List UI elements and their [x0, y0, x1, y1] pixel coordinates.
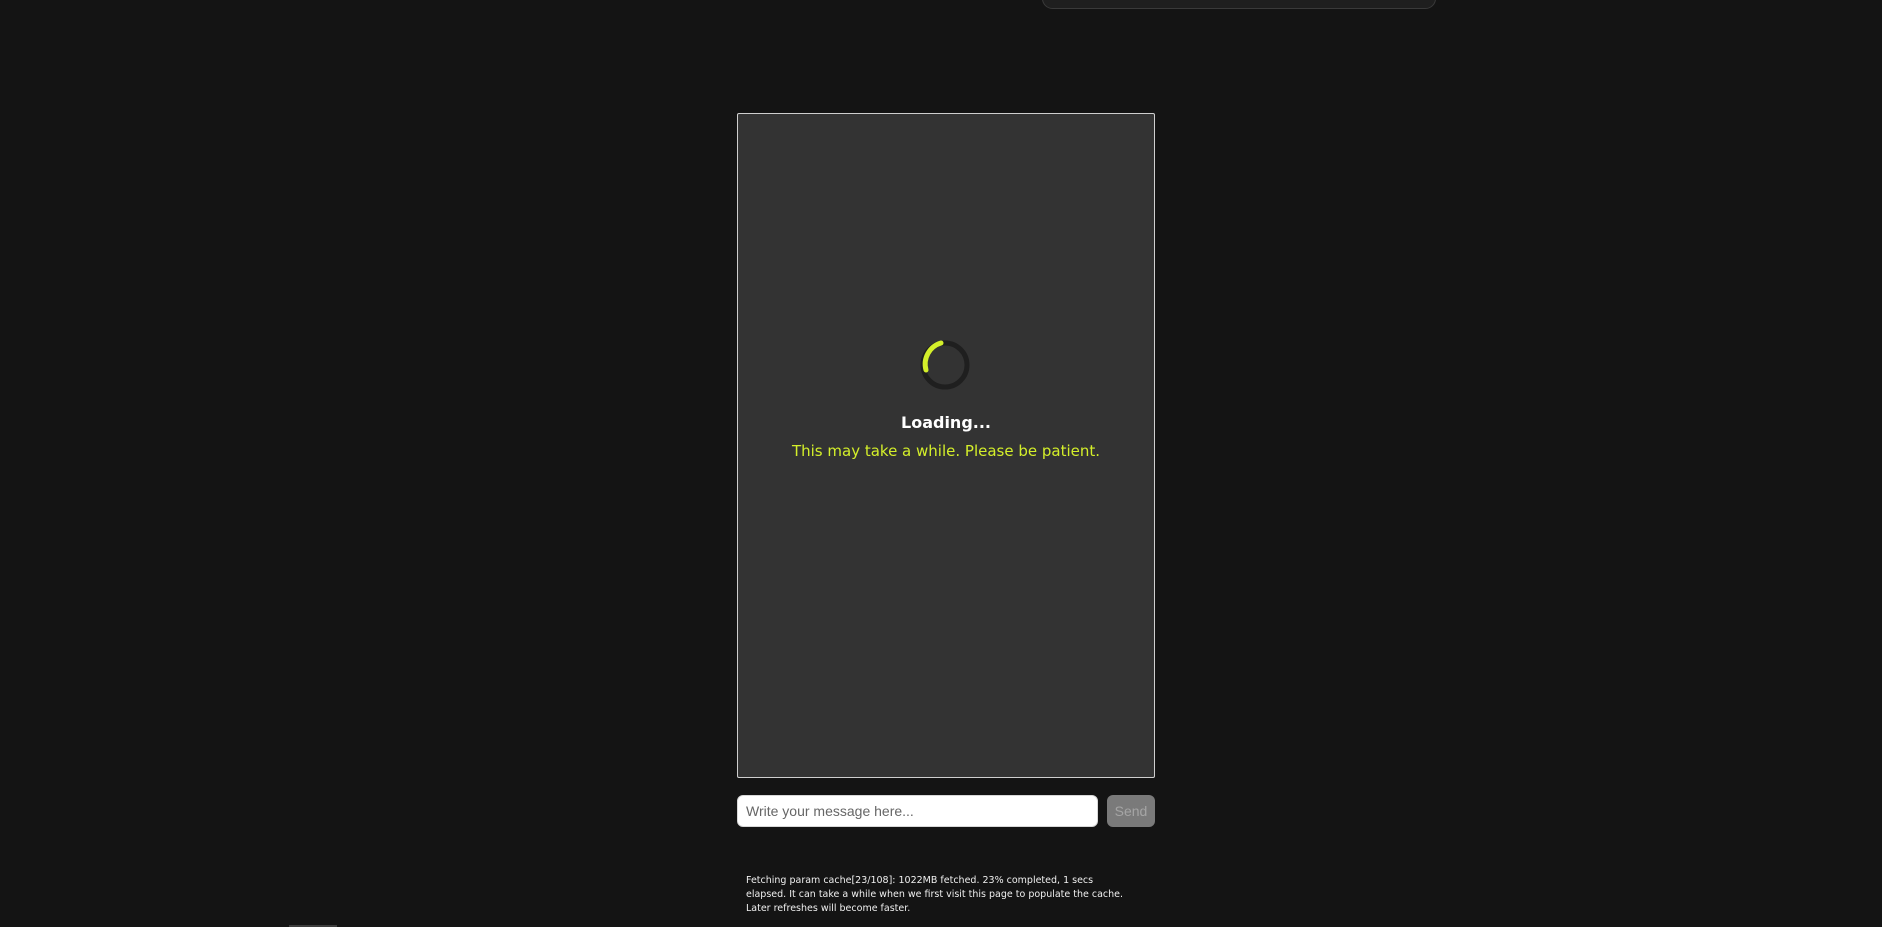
top-progress-pill	[1042, 0, 1436, 9]
loading-subtitle: This may take a while. Please be patient…	[791, 442, 1101, 460]
message-input[interactable]	[737, 795, 1098, 827]
send-button[interactable]: Send	[1107, 795, 1155, 827]
spinner-icon	[920, 340, 970, 390]
status-message: Fetching param cache[23/108]: 1022MB fet…	[746, 875, 1124, 914]
loading-title: Loading...	[901, 413, 991, 432]
